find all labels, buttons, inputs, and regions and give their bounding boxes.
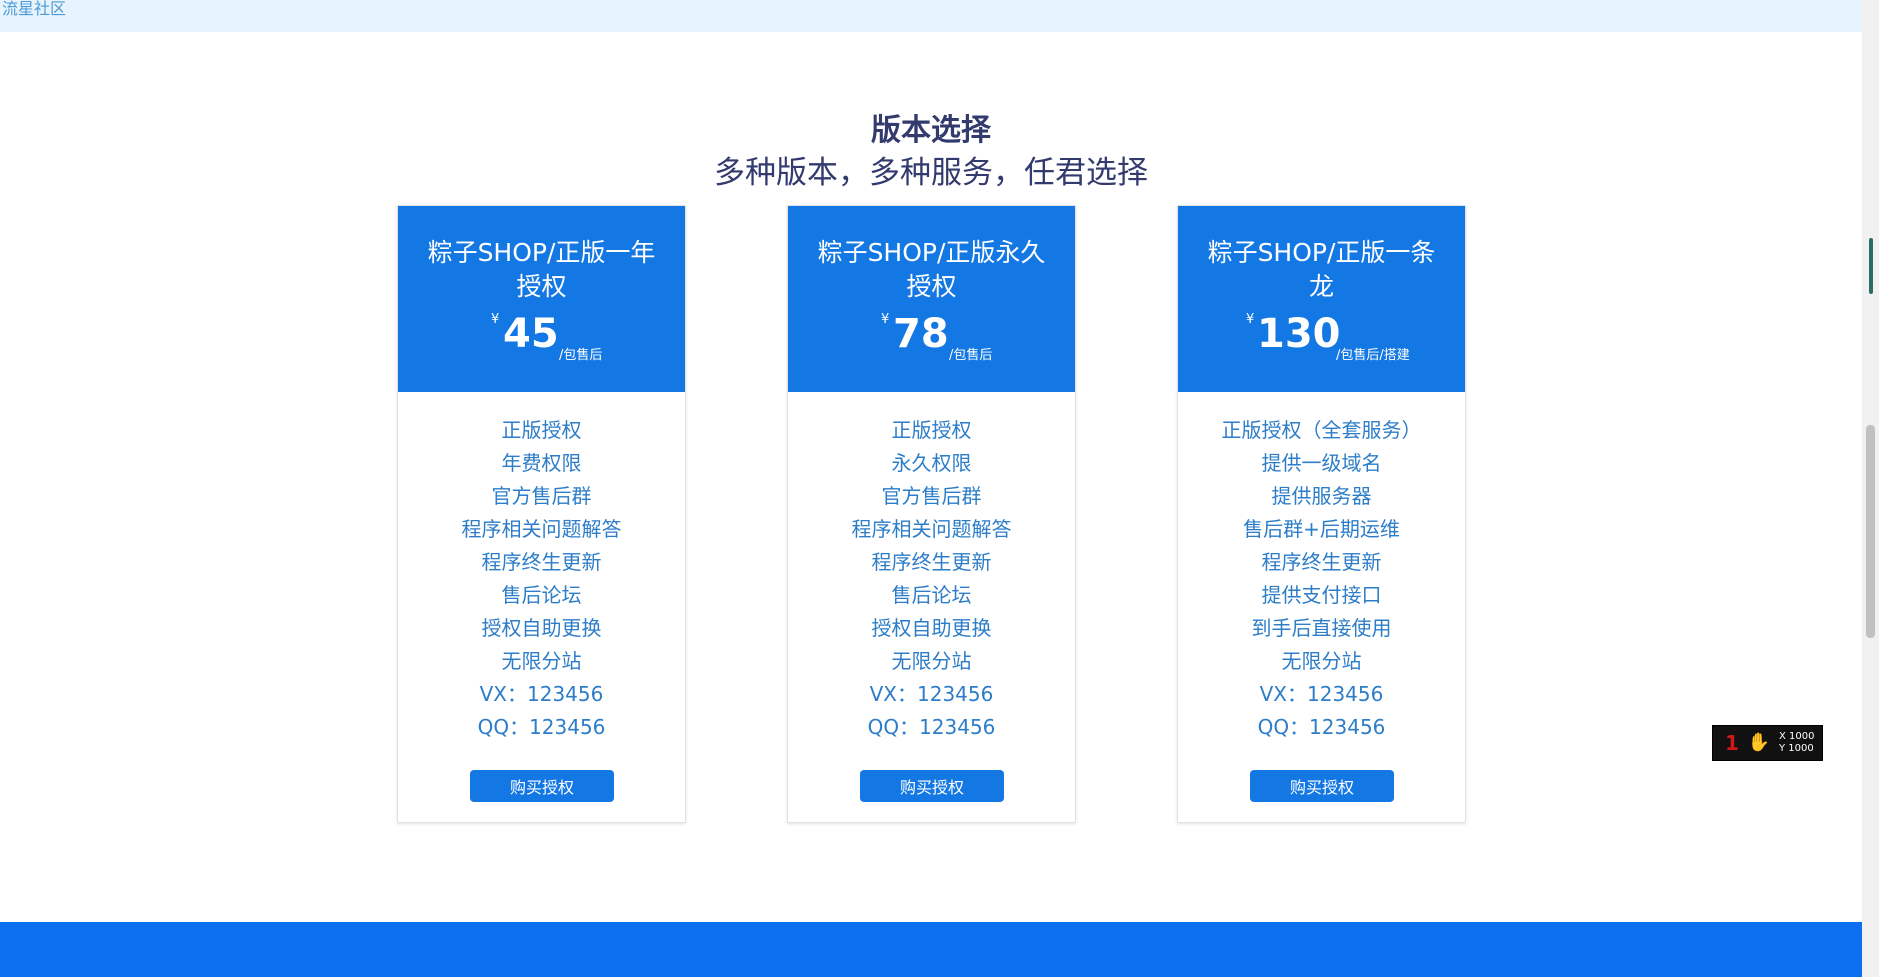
badge-icon: 1 — [1725, 731, 1739, 755]
feature-item: VX：123456 — [1259, 682, 1384, 706]
feature-item: QQ：123456 — [867, 715, 996, 739]
price-unit: /包售后 — [949, 348, 993, 363]
feature-item: 售后论坛 — [891, 583, 972, 607]
plan-card-one-year: 粽子SHOP/正版一年授权 ¥ 45 /包售后 正版授权 年费权限 官方售后群 … — [397, 205, 686, 823]
price-unit: /包售后/搭建 — [1336, 348, 1410, 363]
feature-item: VX：123456 — [479, 682, 604, 706]
feature-item: 无限分站 — [501, 649, 582, 673]
feature-list: 正版授权 年费权限 官方售后群 程序相关问题解答 程序终生更新 售后论坛 授权自… — [398, 414, 685, 744]
feature-list: 正版授权 永久权限 官方售后群 程序相关问题解答 程序终生更新 售后论坛 授权自… — [788, 414, 1075, 744]
plan-card-full-service: 粽子SHOP/正版一条龙 ¥ 130 /包售后/搭建 正版授权（全套服务） 提供… — [1177, 205, 1466, 823]
plan-card-permanent: 粽子SHOP/正版永久授权 ¥ 78 /包售后 正版授权 永久权限 官方售后群 … — [787, 205, 1076, 823]
price-amount: 130 — [1257, 311, 1341, 357]
section-title: 版本选择 — [871, 113, 991, 148]
x-coordinate: X 1000 — [1779, 731, 1815, 742]
y-coordinate: Y 1000 — [1779, 743, 1814, 754]
plan-title: 粽子SHOP/正版一条龙 — [1207, 238, 1436, 301]
plan-card-header: 粽子SHOP/正版一条龙 ¥ 130 /包售后/搭建 — [1178, 206, 1465, 392]
feature-item: 程序终生更新 — [871, 550, 992, 574]
feature-item: 程序相关问题解答 — [461, 517, 622, 541]
feature-item: 正版授权 — [891, 418, 972, 442]
feature-item: 到手后直接使用 — [1251, 616, 1392, 640]
site-name-link[interactable]: 流星社区 — [2, 0, 66, 18]
currency-symbol: ¥ — [881, 312, 890, 327]
feature-item: 正版授权（全套服务） — [1221, 418, 1422, 442]
feature-item: 无限分站 — [891, 649, 972, 673]
feature-item: 官方售后群 — [491, 484, 592, 508]
price-amount: 45 — [503, 311, 559, 357]
hand-icon: ✋ — [1747, 732, 1771, 753]
floating-widget[interactable]: 1 ✋ X 1000 Y 1000 — [1712, 725, 1823, 761]
top-bar: 流星社区 — [0, 0, 1862, 32]
feature-item: 无限分站 — [1281, 649, 1362, 673]
feature-item: 售后群+后期运维 — [1243, 517, 1400, 541]
feature-item: 正版授权 — [501, 418, 582, 442]
scrollbar-thumb[interactable] — [1866, 425, 1875, 638]
feature-item: 永久权限 — [891, 451, 972, 475]
feature-item: 程序相关问题解答 — [851, 517, 1012, 541]
feature-item: QQ：123456 — [1257, 715, 1386, 739]
price-unit: /包售后 — [559, 348, 603, 363]
plan-card-header: 粽子SHOP/正版一年授权 ¥ 45 /包售后 — [398, 206, 685, 392]
feature-item: 授权自助更换 — [871, 616, 992, 640]
feature-item: 授权自助更换 — [481, 616, 602, 640]
feature-item: 售后论坛 — [501, 583, 582, 607]
section-heading: 版本选择 多种版本，多种服务，任君选择 — [0, 110, 1862, 194]
section-subtitle: 多种版本，多种服务，任君选择 — [714, 155, 1148, 191]
plan-title: 粽子SHOP/正版永久授权 — [817, 238, 1046, 301]
feature-item: 年费权限 — [501, 451, 582, 475]
plan-card-header: 粽子SHOP/正版永久授权 ¥ 78 /包售后 — [788, 206, 1075, 392]
vertical-scrollbar[interactable] — [1862, 0, 1879, 977]
currency-symbol: ¥ — [491, 312, 500, 327]
feature-item: QQ：123456 — [477, 715, 606, 739]
feature-item: 提供一级域名 — [1261, 451, 1382, 475]
price-amount: 78 — [893, 311, 949, 357]
feature-item: VX：123456 — [869, 682, 994, 706]
feature-item: 程序终生更新 — [481, 550, 602, 574]
footer-band — [0, 922, 1862, 977]
currency-symbol: ¥ — [1246, 312, 1255, 327]
coordinate-readout: X 1000 Y 1000 — [1779, 731, 1814, 755]
buy-license-button[interactable]: 购买授权 — [1250, 770, 1394, 802]
scroll-indicator — [1869, 238, 1873, 294]
buy-license-button[interactable]: 购买授权 — [470, 770, 614, 802]
plan-title: 粽子SHOP/正版一年授权 — [427, 238, 656, 301]
plan-price: ¥ 130 /包售后/搭建 — [1178, 306, 1465, 366]
feature-item: 提供服务器 — [1271, 484, 1372, 508]
plan-price: ¥ 45 /包售后 — [398, 306, 685, 366]
feature-list: 正版授权（全套服务） 提供一级域名 提供服务器 售后群+后期运维 程序终生更新 … — [1178, 414, 1465, 744]
feature-item: 官方售后群 — [881, 484, 982, 508]
feature-item: 程序终生更新 — [1261, 550, 1382, 574]
plan-price: ¥ 78 /包售后 — [788, 306, 1075, 366]
feature-item: 提供支付接口 — [1261, 583, 1382, 607]
buy-license-button[interactable]: 购买授权 — [860, 770, 1004, 802]
